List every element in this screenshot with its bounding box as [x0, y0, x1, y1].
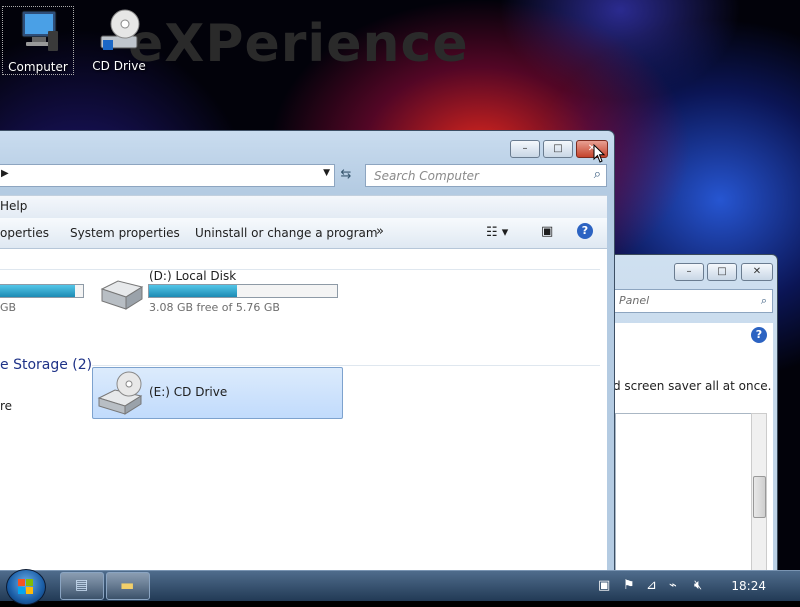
properties-button[interactable]: operties	[0, 226, 49, 240]
cd-drive-item[interactable]: (E:) CD Drive	[92, 367, 343, 419]
hard-disk-icon	[100, 280, 144, 310]
search-icon[interactable]: ⌕	[594, 167, 601, 182]
taskbar-item-control-panel[interactable]: ▤	[60, 572, 104, 600]
control-panel-window[interactable]: – □ ✕ Panel ⌕ ? d screen saver all at on…	[606, 254, 778, 586]
scrollbar-thumb[interactable]	[753, 476, 766, 518]
explorer-window[interactable]: – □ ✕ ▶ ▼ ⇆ Search Computer ⌕ Help opert…	[0, 130, 615, 577]
description-text: d screen saver all at once.	[613, 379, 772, 393]
command-bar: operties System properties Uninstall or …	[0, 218, 607, 249]
windows-logo-icon	[18, 579, 33, 594]
drive-d-usage-bar	[148, 284, 338, 298]
search-input[interactable]: Search Computer ⌕	[365, 164, 607, 187]
group-divider	[0, 269, 600, 270]
search-placeholder: Search Computer	[374, 169, 479, 183]
power-icon[interactable]: ⌁	[669, 578, 677, 593]
removable-item-fragment[interactable]: re	[0, 399, 12, 413]
network-icon[interactable]: ⊿	[646, 578, 657, 593]
chevron-down-icon[interactable]: ▼	[323, 168, 330, 178]
more-commands-button[interactable]: »	[376, 224, 384, 239]
minimize-button[interactable]: –	[674, 263, 704, 281]
menu-item-help[interactable]: Help	[0, 199, 27, 213]
breadcrumb-arrow-icon[interactable]: ▶	[1, 168, 9, 179]
group-divider	[92, 365, 600, 366]
cd-drive-label: (E:) CD Drive	[149, 385, 228, 399]
desktop-icon-label: CD Drive	[92, 59, 146, 73]
preview-pane-icon[interactable]: ▣	[541, 224, 553, 239]
maximize-button[interactable]: □	[707, 263, 737, 281]
window-content: ? d screen saver all at once.	[613, 323, 773, 585]
drive-d-free-space: 3.08 GB free of 5.76 GB	[149, 301, 280, 314]
wallpaper-watermark: eXPerience	[128, 14, 469, 74]
drive-c-usage-bar	[0, 284, 84, 298]
search-icon[interactable]: ⌕	[761, 294, 767, 308]
control-panel-icon: ▤	[75, 577, 89, 593]
search-placeholder: Panel	[619, 294, 650, 307]
volume-muted-icon[interactable]: 🔇︎	[694, 578, 702, 593]
help-icon[interactable]: ?	[577, 223, 593, 239]
minimize-button[interactable]: –	[510, 140, 540, 158]
menu-bar: Help	[0, 195, 607, 219]
close-button[interactable]: ✕	[741, 263, 773, 281]
system-properties-button[interactable]: System properties	[70, 226, 180, 240]
computer-icon	[21, 10, 58, 51]
search-input[interactable]: Panel ⌕	[613, 289, 773, 313]
help-icon[interactable]: ?	[751, 327, 767, 343]
desktop-icon-cd-drive[interactable]: CD Drive	[84, 6, 154, 73]
notification-icon[interactable]: ▣	[598, 578, 610, 593]
list-box[interactable]	[615, 413, 757, 583]
drive-d-name[interactable]: (D:) Local Disk	[149, 269, 236, 283]
refresh-icon[interactable]: ⇆	[335, 165, 357, 185]
group-header-removable-storage[interactable]: e Storage (2)	[0, 357, 92, 373]
folder-icon: ▬	[120, 576, 135, 594]
views-icon[interactable]: ☷ ▾	[486, 225, 508, 240]
file-view: GB (D:) Local Disk 3.08 GB free of 5.76 …	[0, 249, 607, 576]
mouse-cursor-icon	[593, 144, 606, 163]
maximize-button[interactable]: □	[543, 140, 573, 158]
desktop-icon-computer[interactable]: Computer	[2, 6, 74, 75]
cd-drive-icon	[97, 371, 143, 415]
address-bar[interactable]: ▶ ▼	[0, 164, 335, 187]
uninstall-program-button[interactable]: Uninstall or change a program	[195, 226, 378, 240]
scrollbar[interactable]	[751, 413, 767, 583]
desktop-icon-label: Computer	[8, 60, 68, 74]
taskbar-clock[interactable]: 18:24	[731, 579, 766, 593]
cd-drive-icon	[100, 9, 140, 50]
taskbar: ▤ ▬ ▣ ⚑ ⊿ ⌁ 🔇︎ 18:24	[0, 569, 800, 605]
taskbar-item-explorer[interactable]: ▬	[106, 572, 150, 600]
drive-c-free-space: GB	[0, 301, 17, 314]
action-center-flag-icon[interactable]: ⚑	[623, 578, 635, 593]
